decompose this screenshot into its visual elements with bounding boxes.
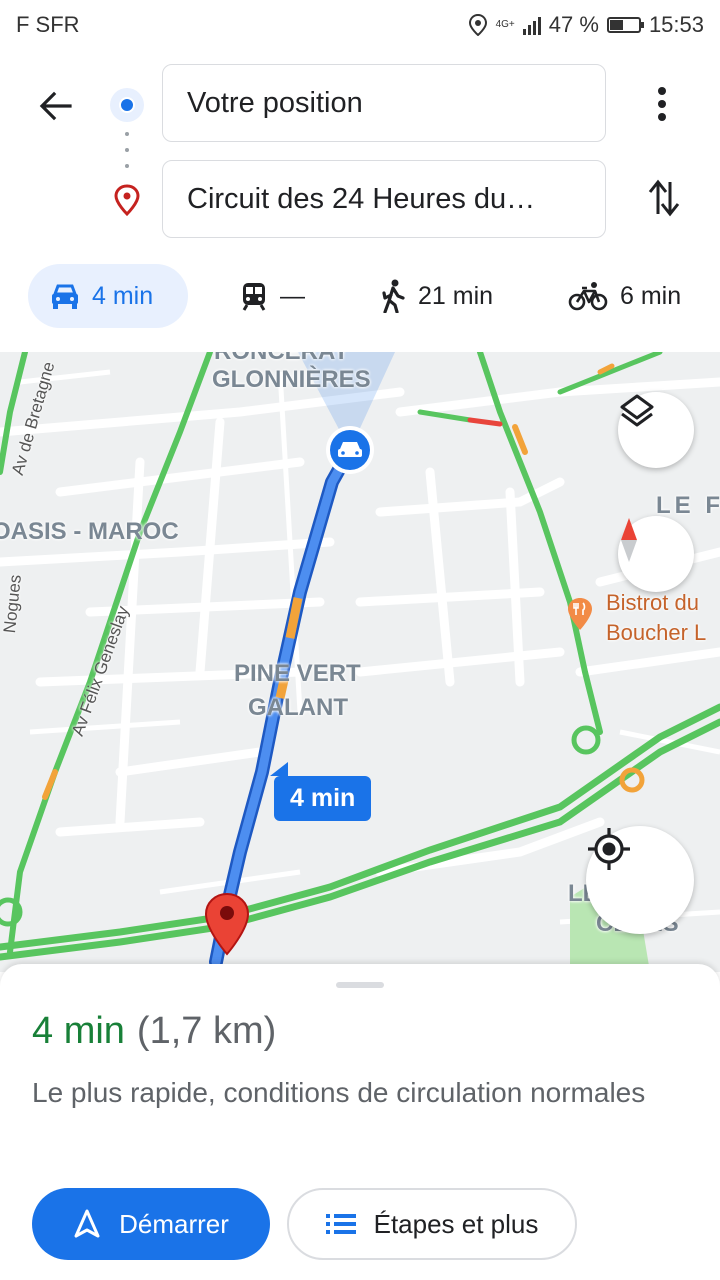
status-bar: F SFR 4G+ 47 % 15:53 bbox=[0, 0, 720, 50]
more-options-button[interactable] bbox=[640, 82, 684, 126]
map-label-oasis: OASIS - MAROC bbox=[0, 518, 179, 545]
mode-walk[interactable]: 21 min bbox=[380, 264, 493, 328]
status-icons: 4G+ 47 % 15:53 bbox=[468, 12, 704, 38]
clock: 15:53 bbox=[648, 12, 704, 37]
walk-icon bbox=[382, 279, 405, 313]
start-button[interactable]: Démarrer bbox=[32, 1188, 270, 1260]
route-description: Le plus rapide, conditions de circulatio… bbox=[32, 1077, 646, 1108]
mode-transit-label: — bbox=[280, 281, 305, 310]
steps-button[interactable]: Étapes et plus bbox=[287, 1188, 577, 1260]
destination-pin-icon bbox=[204, 892, 250, 956]
more-vert-icon bbox=[658, 87, 666, 121]
swap-vert-icon bbox=[648, 179, 680, 217]
signal-icon bbox=[522, 15, 541, 35]
sheet-handle[interactable] bbox=[336, 982, 384, 988]
battery-fill bbox=[609, 20, 623, 30]
compass-button[interactable] bbox=[618, 516, 694, 592]
route-duration: 4 min bbox=[32, 1010, 125, 1052]
poi-label-line1: Bistrot du bbox=[606, 590, 699, 615]
map-label-pine-vert: PINE VERT bbox=[234, 660, 361, 687]
battery-percent: 47 % bbox=[548, 12, 599, 37]
compass-icon bbox=[621, 518, 637, 562]
map-label-galant: GALANT bbox=[248, 694, 348, 721]
route-summary-sheet[interactable]: 4 min (1,7 km) Le plus rapide, conditions… bbox=[0, 964, 720, 1280]
steps-button-label: Étapes et plus bbox=[373, 1208, 539, 1239]
my-location-button[interactable] bbox=[586, 826, 694, 934]
map-label-le-fo: LE FO bbox=[656, 492, 720, 519]
map-label-ronceray: RONCERAY bbox=[214, 352, 349, 366]
mode-car[interactable]: 4 min bbox=[28, 264, 188, 328]
route-connector bbox=[125, 132, 129, 168]
network-type: 4G+ bbox=[495, 19, 515, 30]
layers-button[interactable] bbox=[618, 392, 694, 468]
origin-field[interactable]: Votre position bbox=[162, 64, 606, 142]
mode-transit[interactable]: — bbox=[240, 264, 305, 328]
battery-icon bbox=[606, 17, 644, 33]
mode-bike-label: 6 min bbox=[620, 281, 682, 310]
mode-bike[interactable]: 6 min bbox=[568, 264, 681, 328]
restaurant-icon bbox=[568, 598, 592, 630]
route-summary: 4 min (1,7 km) bbox=[32, 1010, 276, 1053]
car-position-icon bbox=[326, 426, 374, 474]
navigation-icon bbox=[74, 1209, 100, 1238]
mode-walk-label: 21 min bbox=[418, 281, 494, 310]
my-location-icon bbox=[588, 828, 630, 870]
route-distance: (1,7 km) bbox=[136, 1010, 277, 1052]
start-button-label: Démarrer bbox=[119, 1208, 229, 1239]
back-button[interactable] bbox=[34, 84, 78, 128]
list-icon bbox=[325, 1214, 356, 1234]
map-pin-icon bbox=[112, 184, 142, 221]
location-icon bbox=[468, 14, 487, 36]
train-icon bbox=[242, 283, 266, 311]
route-time-bubble[interactable]: 4 min bbox=[269, 762, 372, 821]
car-icon bbox=[52, 284, 78, 309]
carrier-name: F SFR bbox=[16, 12, 80, 37]
map-label-glonnieres: GLONNIÈRES bbox=[212, 366, 371, 393]
poi-label[interactable]: Bistrot du Boucher L bbox=[606, 588, 706, 648]
origin-dot-icon bbox=[110, 88, 144, 122]
swap-button[interactable] bbox=[642, 176, 686, 220]
travel-modes: 4 min — 21 min 6 min bbox=[0, 264, 720, 328]
bike-icon bbox=[568, 282, 608, 311]
arrow-left-icon bbox=[39, 91, 72, 121]
poi-label-line2: Boucher L bbox=[606, 620, 707, 645]
directions-header: Votre position Circuit des 24 Heures du…… bbox=[0, 50, 720, 350]
destination-field[interactable]: Circuit des 24 Heures du… bbox=[162, 160, 606, 238]
mode-car-label: 4 min bbox=[92, 281, 154, 310]
map-view[interactable]: RONCERAY GLONNIÈRES OASIS - MAROC LE FO … bbox=[0, 352, 720, 972]
layers-icon bbox=[620, 394, 654, 427]
